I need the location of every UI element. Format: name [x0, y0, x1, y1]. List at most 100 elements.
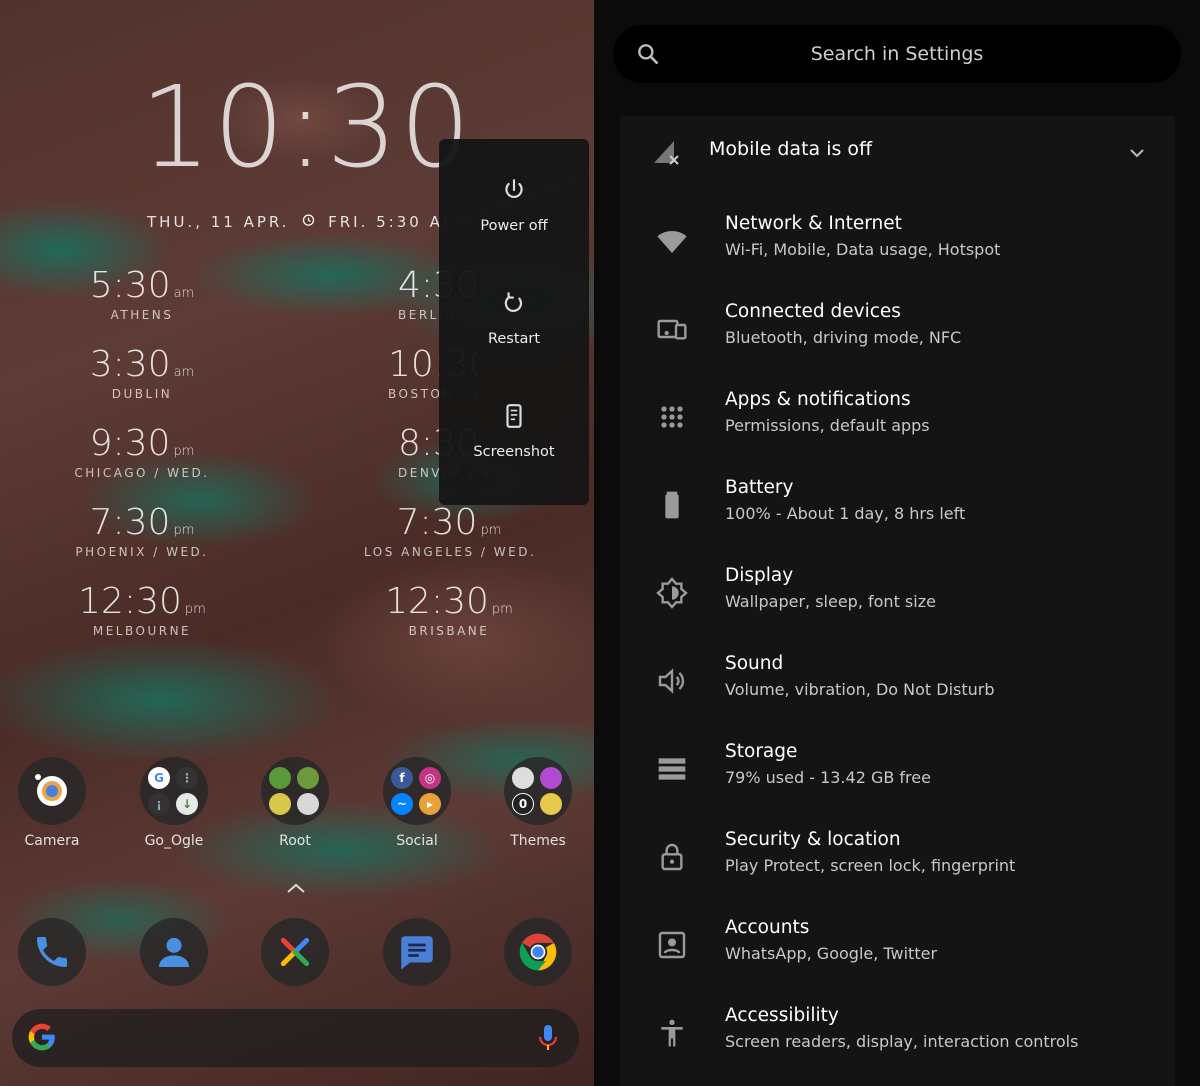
app-icon: ▸: [419, 793, 441, 815]
item-title: Connected devices: [725, 301, 901, 322]
chevron-up-icon[interactable]: [285, 880, 307, 899]
item-title: Display: [725, 565, 794, 586]
settings-item-apps[interactable]: Apps & notifications Permissions, defaul…: [620, 371, 1175, 459]
wifi-icon: [656, 225, 688, 257]
item-subtitle: Wallpaper, sleep, font size: [725, 592, 936, 611]
devices-icon: [656, 313, 688, 345]
contacts-icon: [140, 918, 208, 986]
screenshot-label: Screenshot: [473, 444, 555, 460]
search-icon: [635, 41, 661, 71]
download-icon: ↓: [176, 793, 198, 815]
item-subtitle: WhatsApp, Google, Twitter: [725, 944, 938, 963]
themes-folder[interactable]: 0 Themes: [498, 757, 578, 849]
folder-icon: f ◎ ~ ▸: [383, 757, 451, 825]
phone-app[interactable]: [12, 918, 92, 986]
root-folder[interactable]: Root: [255, 757, 335, 849]
app-icon: [269, 793, 291, 815]
accessibility-icon: [656, 1017, 688, 1049]
world-clock: 12:30 pm BRISBANE: [385, 581, 513, 639]
camera-label: Camera: [24, 833, 80, 849]
no-signal-icon: [652, 139, 680, 169]
brightness-icon: [656, 577, 688, 609]
screenshot-button[interactable]: Screenshot: [439, 403, 589, 516]
settings-item-accessibility[interactable]: Accessibility Screen readers, display, i…: [620, 987, 1175, 1075]
storage-icon: [656, 753, 688, 785]
item-title: Accessibility: [725, 1005, 839, 1026]
settings-panel: Search in Settings Mobile data is off Ne…: [594, 0, 1200, 1086]
item-subtitle: Wi-Fi, Mobile, Data usage, Hotspot: [725, 240, 1001, 259]
restart-button[interactable]: Restart: [439, 290, 589, 403]
go-ogle-label: Go_Ogle: [144, 833, 204, 849]
settings-item-accounts[interactable]: Accounts WhatsApp, Google, Twitter: [620, 899, 1175, 987]
power-menu: Power off Restart Screenshot: [439, 139, 589, 505]
apps-grid-icon: [656, 401, 688, 433]
search-placeholder: Search in Settings: [810, 43, 984, 65]
mobile-data-status: Mobile data is off: [709, 138, 873, 160]
wallpaper-icon: [512, 767, 534, 789]
world-clock: 7:30 pm PHOENIX / WED.: [75, 502, 209, 560]
date-text: THU., 11 APR.: [147, 213, 290, 231]
lockscreen-clock: 10:30: [140, 63, 473, 193]
app-icon: ¡: [148, 793, 170, 815]
pixel-tips-app[interactable]: [255, 918, 335, 986]
battery-icon: [656, 489, 688, 521]
item-title: Accounts: [725, 917, 810, 938]
item-title: Apps & notifications: [725, 389, 911, 410]
messages-icon: [383, 918, 451, 986]
alarm-clock-icon: [301, 212, 316, 231]
item-subtitle: 79% used - 13.42 GB free: [725, 768, 931, 787]
file-icon: [297, 793, 319, 815]
mobile-data-banner[interactable]: Mobile data is off: [620, 116, 1175, 186]
world-clock: 9:30 pm CHICAGO / WED.: [74, 423, 210, 481]
item-subtitle: Screen readers, display, interaction con…: [725, 1032, 1079, 1051]
power-off-label: Power off: [480, 218, 548, 234]
item-subtitle: Bluetooth, driving mode, NFC: [725, 328, 962, 347]
camera-app[interactable]: Camera: [12, 757, 92, 849]
world-clock: 3:30 am DUBLIN: [89, 344, 195, 402]
settings-item-network[interactable]: Network & Internet Wi-Fi, Mobile, Data u…: [620, 195, 1175, 283]
themes-label: Themes: [510, 833, 566, 849]
folder-icon: [261, 757, 329, 825]
google-search-bar[interactable]: [12, 1009, 579, 1067]
settings-item-connected-devices[interactable]: Connected devices Bluetooth, driving mod…: [620, 283, 1175, 371]
item-subtitle: Volume, vibration, Do Not Disturb: [725, 680, 995, 699]
power-off-button[interactable]: Power off: [439, 177, 589, 290]
messenger-icon: ~: [391, 793, 413, 815]
folder-icon: 0: [504, 757, 572, 825]
chrome-app[interactable]: [498, 918, 578, 986]
volume-icon: [656, 665, 688, 697]
app-icon: [540, 793, 562, 815]
app-icon: ⋮: [176, 767, 198, 789]
settings-item-sound[interactable]: Sound Volume, vibration, Do Not Disturb: [620, 635, 1175, 723]
item-title: Storage: [725, 741, 798, 762]
android-icon: [297, 767, 319, 789]
world-clock: 5:30 am ATHENS: [89, 265, 195, 323]
power-icon: [505, 179, 523, 199]
settings-search-input[interactable]: Search in Settings: [613, 25, 1181, 83]
restart-icon: [504, 292, 523, 312]
facebook-icon: f: [391, 767, 413, 789]
contacts-app[interactable]: [134, 918, 214, 986]
account-box-icon: [656, 929, 688, 961]
messages-app[interactable]: [377, 918, 457, 986]
item-title: Security & location: [725, 829, 901, 850]
instagram-icon: ◎: [419, 767, 441, 789]
settings-item-security[interactable]: Security & location Play Protect, screen…: [620, 811, 1175, 899]
settings-item-battery[interactable]: Battery 100% - About 1 day, 8 hrs left: [620, 459, 1175, 547]
microphone-icon[interactable]: [536, 1023, 560, 1057]
settings-item-display[interactable]: Display Wallpaper, sleep, font size: [620, 547, 1175, 635]
google-g-icon: [26, 1021, 58, 1057]
alarm-text: FRI. 5:30 AM: [328, 213, 447, 231]
item-title: Sound: [725, 653, 784, 674]
date-alarm-line: THU., 11 APR. FRI. 5:30 AM: [147, 212, 447, 231]
restart-label: Restart: [487, 331, 541, 347]
world-clock: 12:30 pm MELBOURNE: [78, 581, 206, 639]
go-ogle-folder[interactable]: G ⋮ ¡ ↓ Go_Ogle: [134, 757, 214, 849]
chrome-icon: [504, 918, 572, 986]
settings-list: Mobile data is off Network & Internet Wi…: [620, 116, 1175, 1086]
settings-item-storage[interactable]: Storage 79% used - 13.42 GB free: [620, 723, 1175, 811]
social-folder[interactable]: f ◎ ~ ▸ Social: [377, 757, 457, 849]
chevron-down-icon[interactable]: [1128, 144, 1146, 163]
android-icon: [269, 767, 291, 789]
root-label: Root: [279, 833, 311, 849]
